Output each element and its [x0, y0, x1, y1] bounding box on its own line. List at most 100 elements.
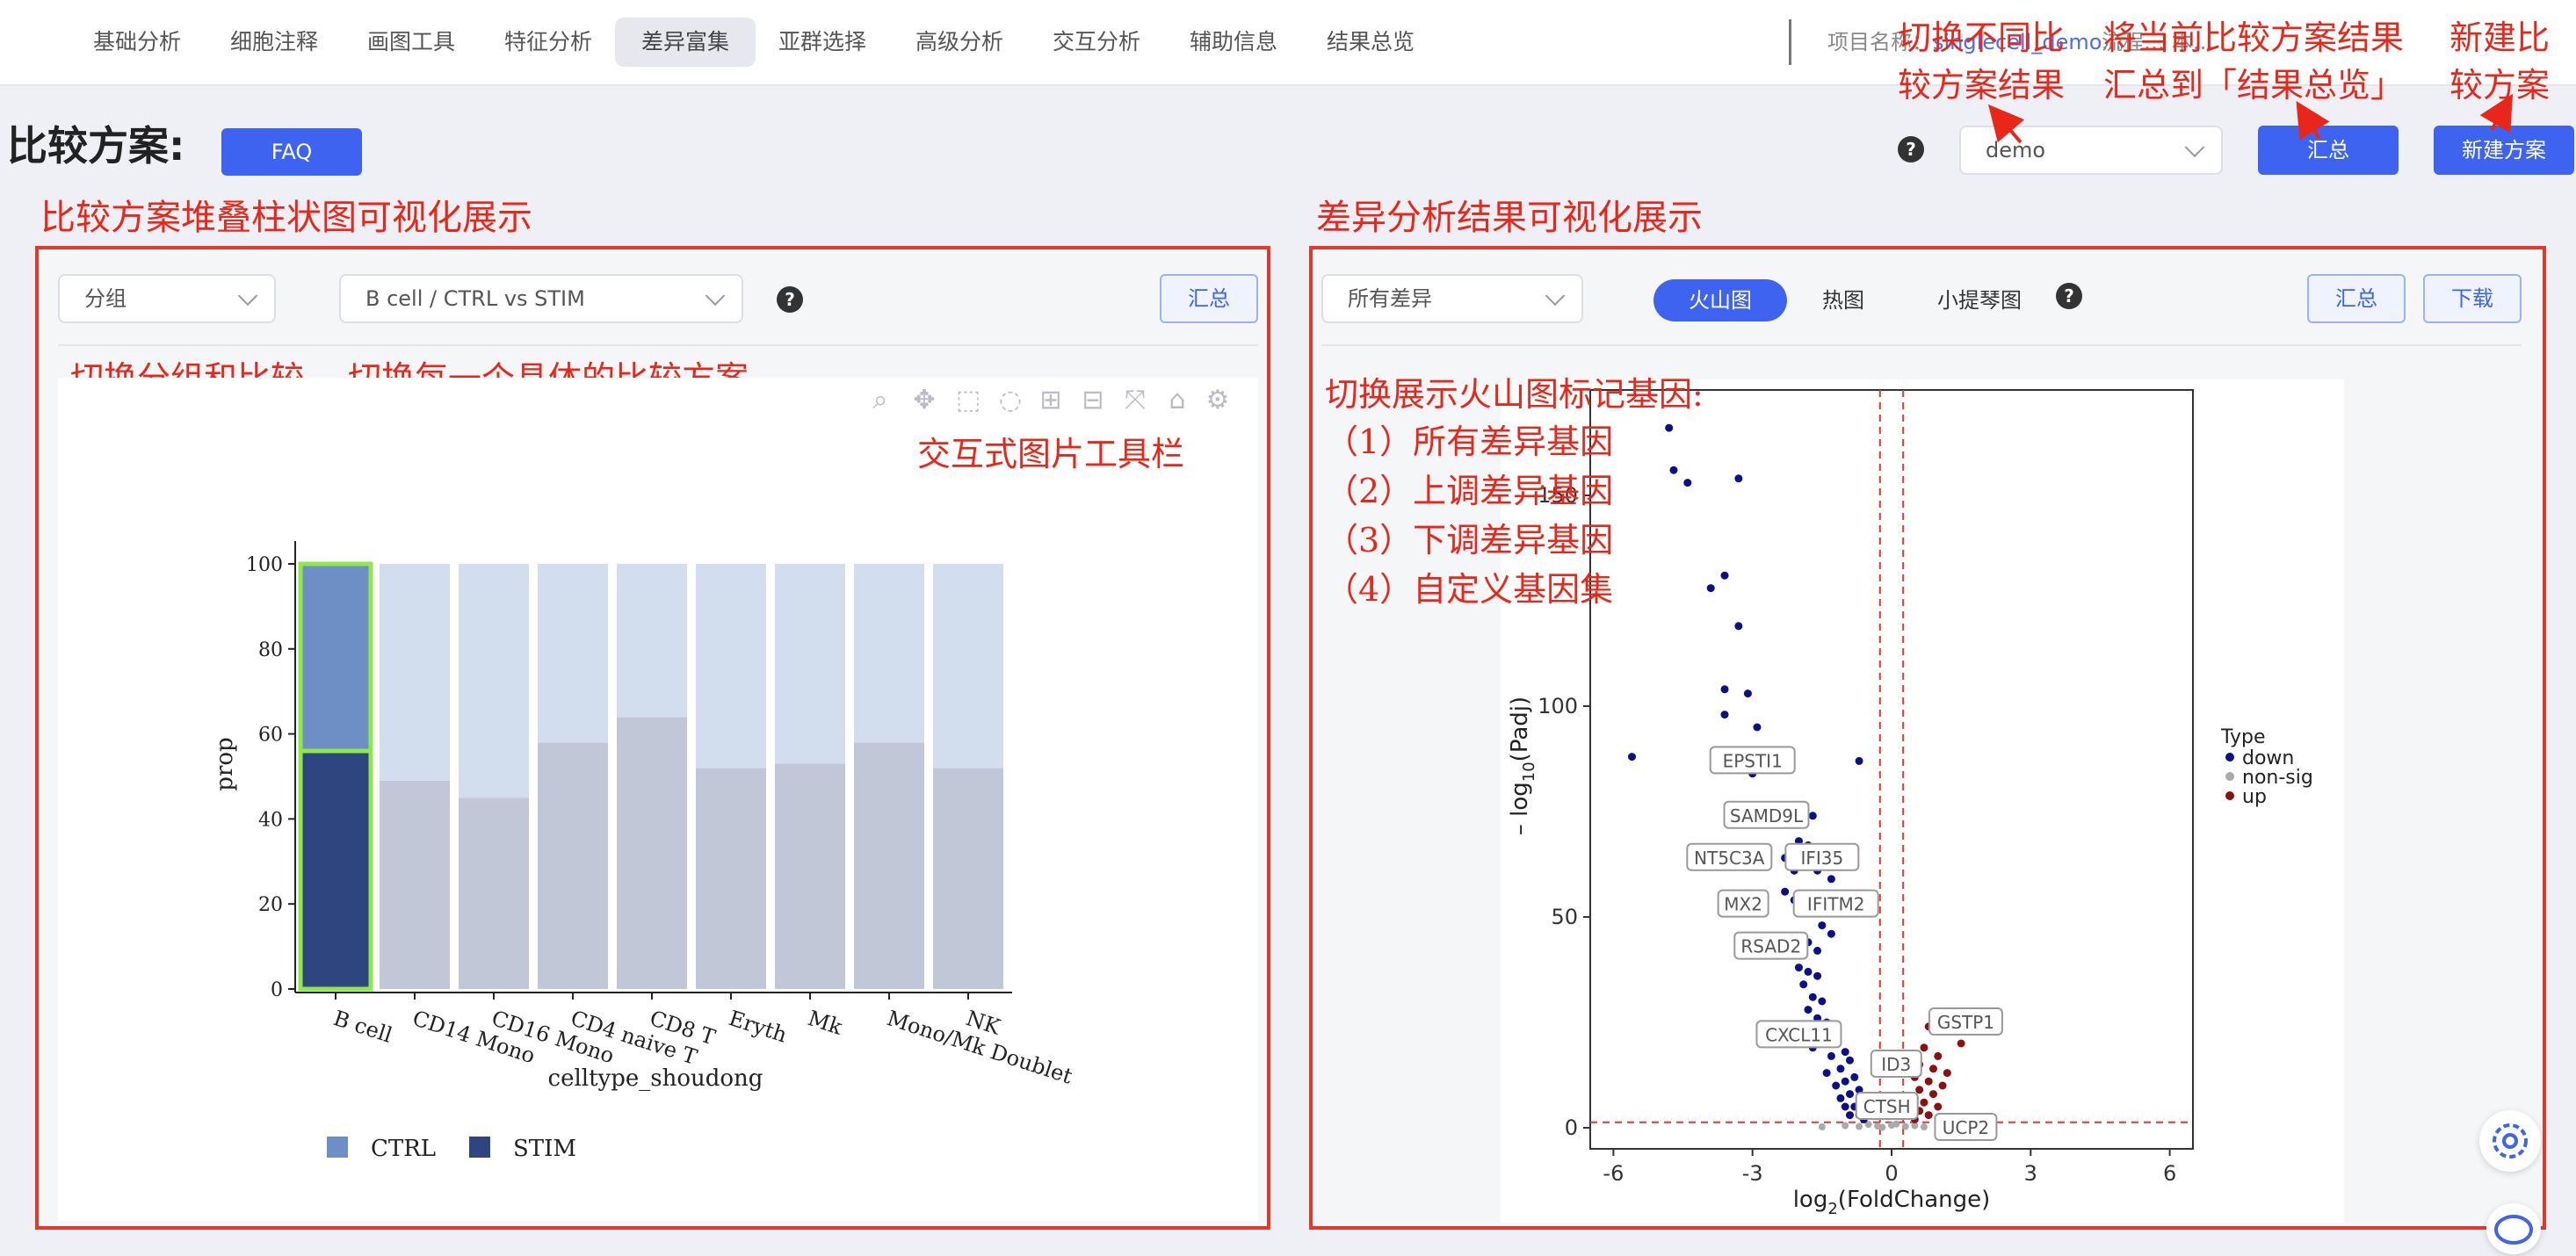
- point-nonsig: [1856, 1122, 1863, 1130]
- point-down: [1627, 753, 1636, 762]
- point-down: [1836, 1094, 1845, 1102]
- y-tick-label: 20: [258, 894, 283, 916]
- tab-volcano[interactable]: 火山图: [1653, 279, 1787, 321]
- point-down: [1743, 689, 1752, 698]
- gene-label: IFITM2: [1807, 894, 1865, 915]
- y-tick-label: 40: [258, 809, 283, 831]
- gear-icon: [2493, 1123, 2528, 1159]
- point-down: [1706, 584, 1715, 593]
- x-tick-label: -6: [1603, 1161, 1624, 1186]
- annotation-volcano-4: （4）自定义基因集: [1325, 570, 1614, 609]
- right-summary-button[interactable]: 汇总: [2307, 274, 2406, 323]
- help-icon[interactable]: ?: [2056, 283, 2082, 309]
- point-nonsig: [1878, 1123, 1886, 1131]
- download-button[interactable]: 下载: [2423, 274, 2522, 323]
- point-down: [1832, 1081, 1841, 1090]
- divider: [58, 344, 1258, 346]
- point-up: [1957, 1039, 1965, 1048]
- help-icon[interactable]: ?: [777, 286, 803, 313]
- point-nonsig: [1892, 1120, 1900, 1128]
- tab-heatmap[interactable]: 热图: [1799, 279, 1887, 321]
- diff-select[interactable]: 所有差异: [1321, 274, 1583, 323]
- point-down: [1818, 921, 1827, 930]
- point-up: [1915, 1086, 1924, 1094]
- bar-stim: [538, 742, 608, 989]
- legend-label-stim: STIM: [513, 1136, 576, 1162]
- point-down: [1822, 1069, 1831, 1078]
- chevron-down-icon: [705, 285, 726, 307]
- point-down: [1841, 1077, 1849, 1086]
- point-down: [1794, 964, 1803, 972]
- point-down: [1850, 1072, 1859, 1081]
- gene-label: RSAD2: [1740, 936, 1801, 957]
- point-down: [1846, 1111, 1855, 1120]
- bar-stim: [617, 717, 687, 989]
- point-up: [1928, 1090, 1937, 1099]
- y-tick-label: 0: [271, 979, 283, 1001]
- point-down: [1808, 812, 1817, 820]
- point-down: [1813, 946, 1822, 955]
- bar-ctrl: [854, 564, 924, 743]
- point-nonsig: [1842, 1122, 1849, 1130]
- point-up: [1920, 1043, 1928, 1052]
- bar-stim: [459, 798, 529, 989]
- point-nonsig: [1818, 1123, 1826, 1131]
- gene-label: GSTP1: [1937, 1012, 1994, 1033]
- point-down: [1808, 993, 1817, 1001]
- point-nonsig: [1901, 1122, 1909, 1130]
- tab-violin[interactable]: 小提琴图: [1914, 279, 2045, 321]
- legend-dot: [2225, 791, 2234, 800]
- group-select[interactable]: 分组: [58, 274, 276, 323]
- legend-dot: [2225, 772, 2234, 781]
- bar-ctrl: [538, 564, 608, 743]
- chat-fab[interactable]: [2486, 1203, 2541, 1254]
- point-down: [1720, 685, 1729, 694]
- point-down: [1669, 466, 1678, 474]
- bar-ctrl: [775, 564, 845, 764]
- point-down: [1827, 929, 1835, 938]
- settings-fab[interactable]: [2479, 1110, 2541, 1172]
- compare-select[interactable]: B cell / CTRL vs STIM: [339, 274, 743, 323]
- point-down: [1827, 875, 1835, 884]
- bar-ctrl: [617, 564, 687, 718]
- point-down: [1841, 1102, 1849, 1111]
- bar-stim: [380, 780, 450, 989]
- legend-title: Type: [2220, 726, 2266, 748]
- point-up: [1924, 1077, 1933, 1086]
- bar-stim: [775, 763, 845, 989]
- point-down: [1720, 711, 1729, 719]
- gene-label: MX2: [1724, 894, 1762, 915]
- point-down: [1734, 474, 1743, 483]
- bar-ctrl: [380, 564, 450, 781]
- annotation-volcano-3: （3）下调差异基因: [1325, 521, 1614, 559]
- gene-label: ID3: [1881, 1054, 1911, 1075]
- diff-select-value: 所有差异: [1348, 286, 1432, 311]
- y-tick-label: 100: [246, 554, 283, 576]
- gene-label: UCP2: [1943, 1117, 1989, 1138]
- left-summary-button[interactable]: 汇总: [1160, 274, 1258, 323]
- point-up: [1934, 1102, 1943, 1111]
- x-axis-title: celltype_shoudong: [548, 1065, 763, 1092]
- y-tick-label: 60: [258, 725, 283, 747]
- bar-stim: [854, 742, 924, 989]
- point-down: [1818, 997, 1827, 1006]
- x-tick-label: -3: [1742, 1161, 1763, 1186]
- point-down: [1846, 1090, 1855, 1099]
- point-down: [1836, 1065, 1845, 1073]
- x-tick-label: Eryth: [726, 1006, 790, 1048]
- point-down: [1720, 571, 1729, 580]
- bar-ctrl: [459, 564, 529, 798]
- chevron-down-icon: [1545, 285, 1566, 307]
- chat-icon: [2494, 1215, 2533, 1245]
- group-select-value: 分组: [84, 286, 127, 311]
- bar-stim: [696, 768, 766, 989]
- point-down: [1855, 756, 1863, 765]
- legend-dot: [2225, 753, 2234, 762]
- bar-ctrl: [696, 564, 766, 769]
- gene-label: EPSTI1: [1723, 750, 1783, 771]
- x-tick-label: B cell: [330, 1006, 395, 1048]
- point-down: [1813, 971, 1822, 980]
- point-down: [1683, 479, 1692, 487]
- plot-background: [1501, 379, 2344, 1223]
- x-tick-label: 0: [1885, 1161, 1898, 1186]
